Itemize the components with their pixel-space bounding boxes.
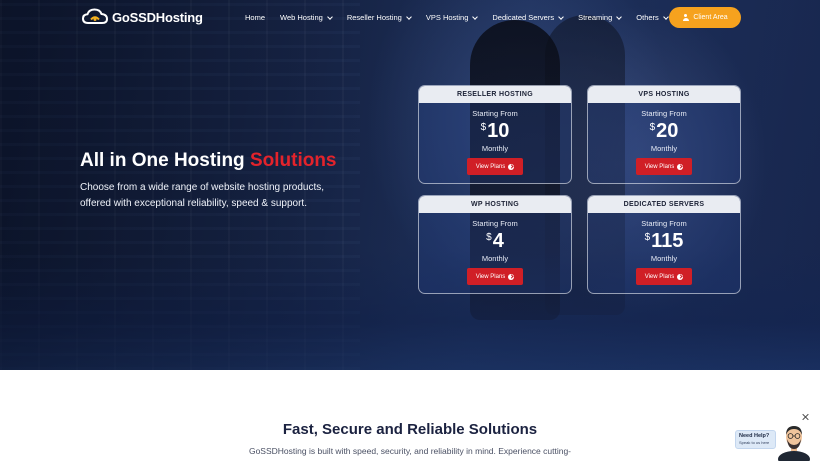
client-area-button[interactable]: Client Area — [669, 7, 741, 28]
nav-reseller-hosting-label: Reseller Hosting — [346, 13, 402, 22]
plan-card-title: DEDICATED SERVERS — [588, 196, 740, 213]
nav-home-label: Home — [245, 13, 266, 22]
nav-vps-hosting[interactable]: VPS Hosting — [425, 13, 479, 22]
chevron-down-icon — [406, 13, 412, 20]
logo-text: GoSSDHosting — [112, 9, 203, 25]
site-header: GoSSDHosting Home Web Hosting Reseller H… — [0, 0, 820, 36]
plan-card-amount: 20 — [656, 120, 679, 142]
nav-others-label: Others — [636, 13, 659, 22]
view-plans-label: View Plans — [475, 163, 506, 170]
arrow-circle-right-icon — [508, 163, 515, 170]
nav-web-hosting[interactable]: Web Hosting — [280, 13, 333, 22]
section-text: GoSSDHosting is built with speed, securi… — [248, 446, 572, 456]
plan-card-amount: 115 — [651, 230, 684, 252]
plan-card-currency: $ — [480, 122, 487, 133]
view-plans-button[interactable]: View Plans — [636, 158, 692, 175]
view-plans-button[interactable]: View Plans — [636, 268, 692, 285]
chevron-down-icon — [558, 13, 564, 20]
plan-card-title: VPS HOSTING — [588, 86, 740, 103]
plan-card-title: WP HOSTING — [419, 196, 571, 213]
nav-home[interactable]: Home — [245, 13, 265, 22]
chevron-down-icon — [662, 13, 669, 20]
view-plans-label: View Plans — [644, 273, 675, 280]
plan-card-starting: Starting From — [472, 109, 518, 118]
support-avatar[interactable] — [776, 421, 812, 461]
arrow-circle-right-icon — [508, 273, 515, 280]
plan-card-period: Monthly — [650, 144, 678, 153]
view-plans-label: View Plans — [644, 163, 675, 170]
hero-title-accent: Solutions — [249, 150, 337, 171]
plan-card-starting: Starting From — [641, 219, 687, 228]
nav-streaming-label: Streaming — [578, 13, 613, 22]
plan-card-starting: Starting From — [472, 219, 518, 228]
nav-web-hosting-label: Web Hosting — [280, 13, 323, 22]
user-icon — [682, 13, 689, 22]
hero-subtitle: Choose from a wide range of website host… — [80, 182, 325, 209]
main-nav: Home Web Hosting Reseller Hosting VPS Ho… — [245, 13, 683, 22]
section-title: Fast, Secure and Reliable Solutions — [282, 421, 538, 438]
hero-title-main: All in One Hosting — [80, 150, 245, 171]
hero-title: All in One Hosting Solutions — [80, 150, 337, 172]
help-subtitle: Speak to us here — [739, 440, 770, 445]
plan-card-price: $ 115 — [588, 229, 740, 253]
nav-others[interactable]: Others — [636, 13, 669, 22]
plan-card-period: Monthly — [481, 254, 509, 263]
nav-dedicated-servers[interactable]: Dedicated Servers — [492, 13, 564, 22]
plan-card-price: $ 20 — [588, 119, 740, 143]
plan-card-reseller-hosting: RESELLER HOSTING Starting From $ 10 Mont… — [418, 85, 572, 184]
nav-streaming[interactable]: Streaming — [578, 13, 623, 22]
help-bubble[interactable]: Need Help? Speak to us here — [735, 430, 776, 449]
plan-card-currency: $ — [486, 232, 492, 243]
view-plans-button[interactable]: View Plans — [467, 268, 523, 285]
plan-card-vps-hosting: VPS HOSTING Starting From $ 20 Monthly V… — [587, 85, 741, 184]
plan-card-wp-hosting: WP HOSTING Starting From $ 4 Monthly Vie… — [418, 195, 572, 294]
nav-reseller-hosting[interactable]: Reseller Hosting — [346, 13, 412, 22]
chevron-down-icon — [616, 13, 623, 20]
plan-card-starting: Starting From — [641, 109, 687, 118]
close-icon[interactable] — [801, 413, 809, 421]
plan-card-amount: 4 — [492, 230, 504, 252]
plan-card-dedicated-servers: DEDICATED SERVERS Starting From $ 115 Mo… — [587, 195, 741, 294]
view-plans-label: View Plans — [475, 273, 506, 280]
arrow-circle-right-icon — [677, 163, 684, 170]
nav-dedicated-servers-label: Dedicated Servers — [492, 13, 555, 22]
plan-card-amount: 10 — [487, 120, 510, 142]
plan-card-title: RESELLER HOSTING — [419, 86, 571, 103]
plan-card-period: Monthly — [650, 254, 678, 263]
logo-cloud-icon — [82, 8, 108, 24]
plan-card-price: $ 10 — [419, 119, 571, 143]
nav-vps-hosting-label: VPS Hosting — [425, 13, 469, 22]
site-logo[interactable]: GoSSDHosting — [82, 8, 203, 26]
help-title: Need Help? — [739, 433, 770, 439]
client-area-label: Client Area — [693, 14, 728, 21]
plan-card-price: $ 4 — [419, 229, 571, 253]
plan-card-period: Monthly — [481, 144, 509, 153]
chevron-down-icon — [326, 13, 333, 20]
arrow-circle-right-icon — [677, 273, 684, 280]
chevron-down-icon — [472, 13, 479, 20]
view-plans-button[interactable]: View Plans — [467, 158, 523, 175]
plan-card-currency: $ — [649, 122, 656, 133]
plan-card-currency: $ — [644, 232, 651, 243]
